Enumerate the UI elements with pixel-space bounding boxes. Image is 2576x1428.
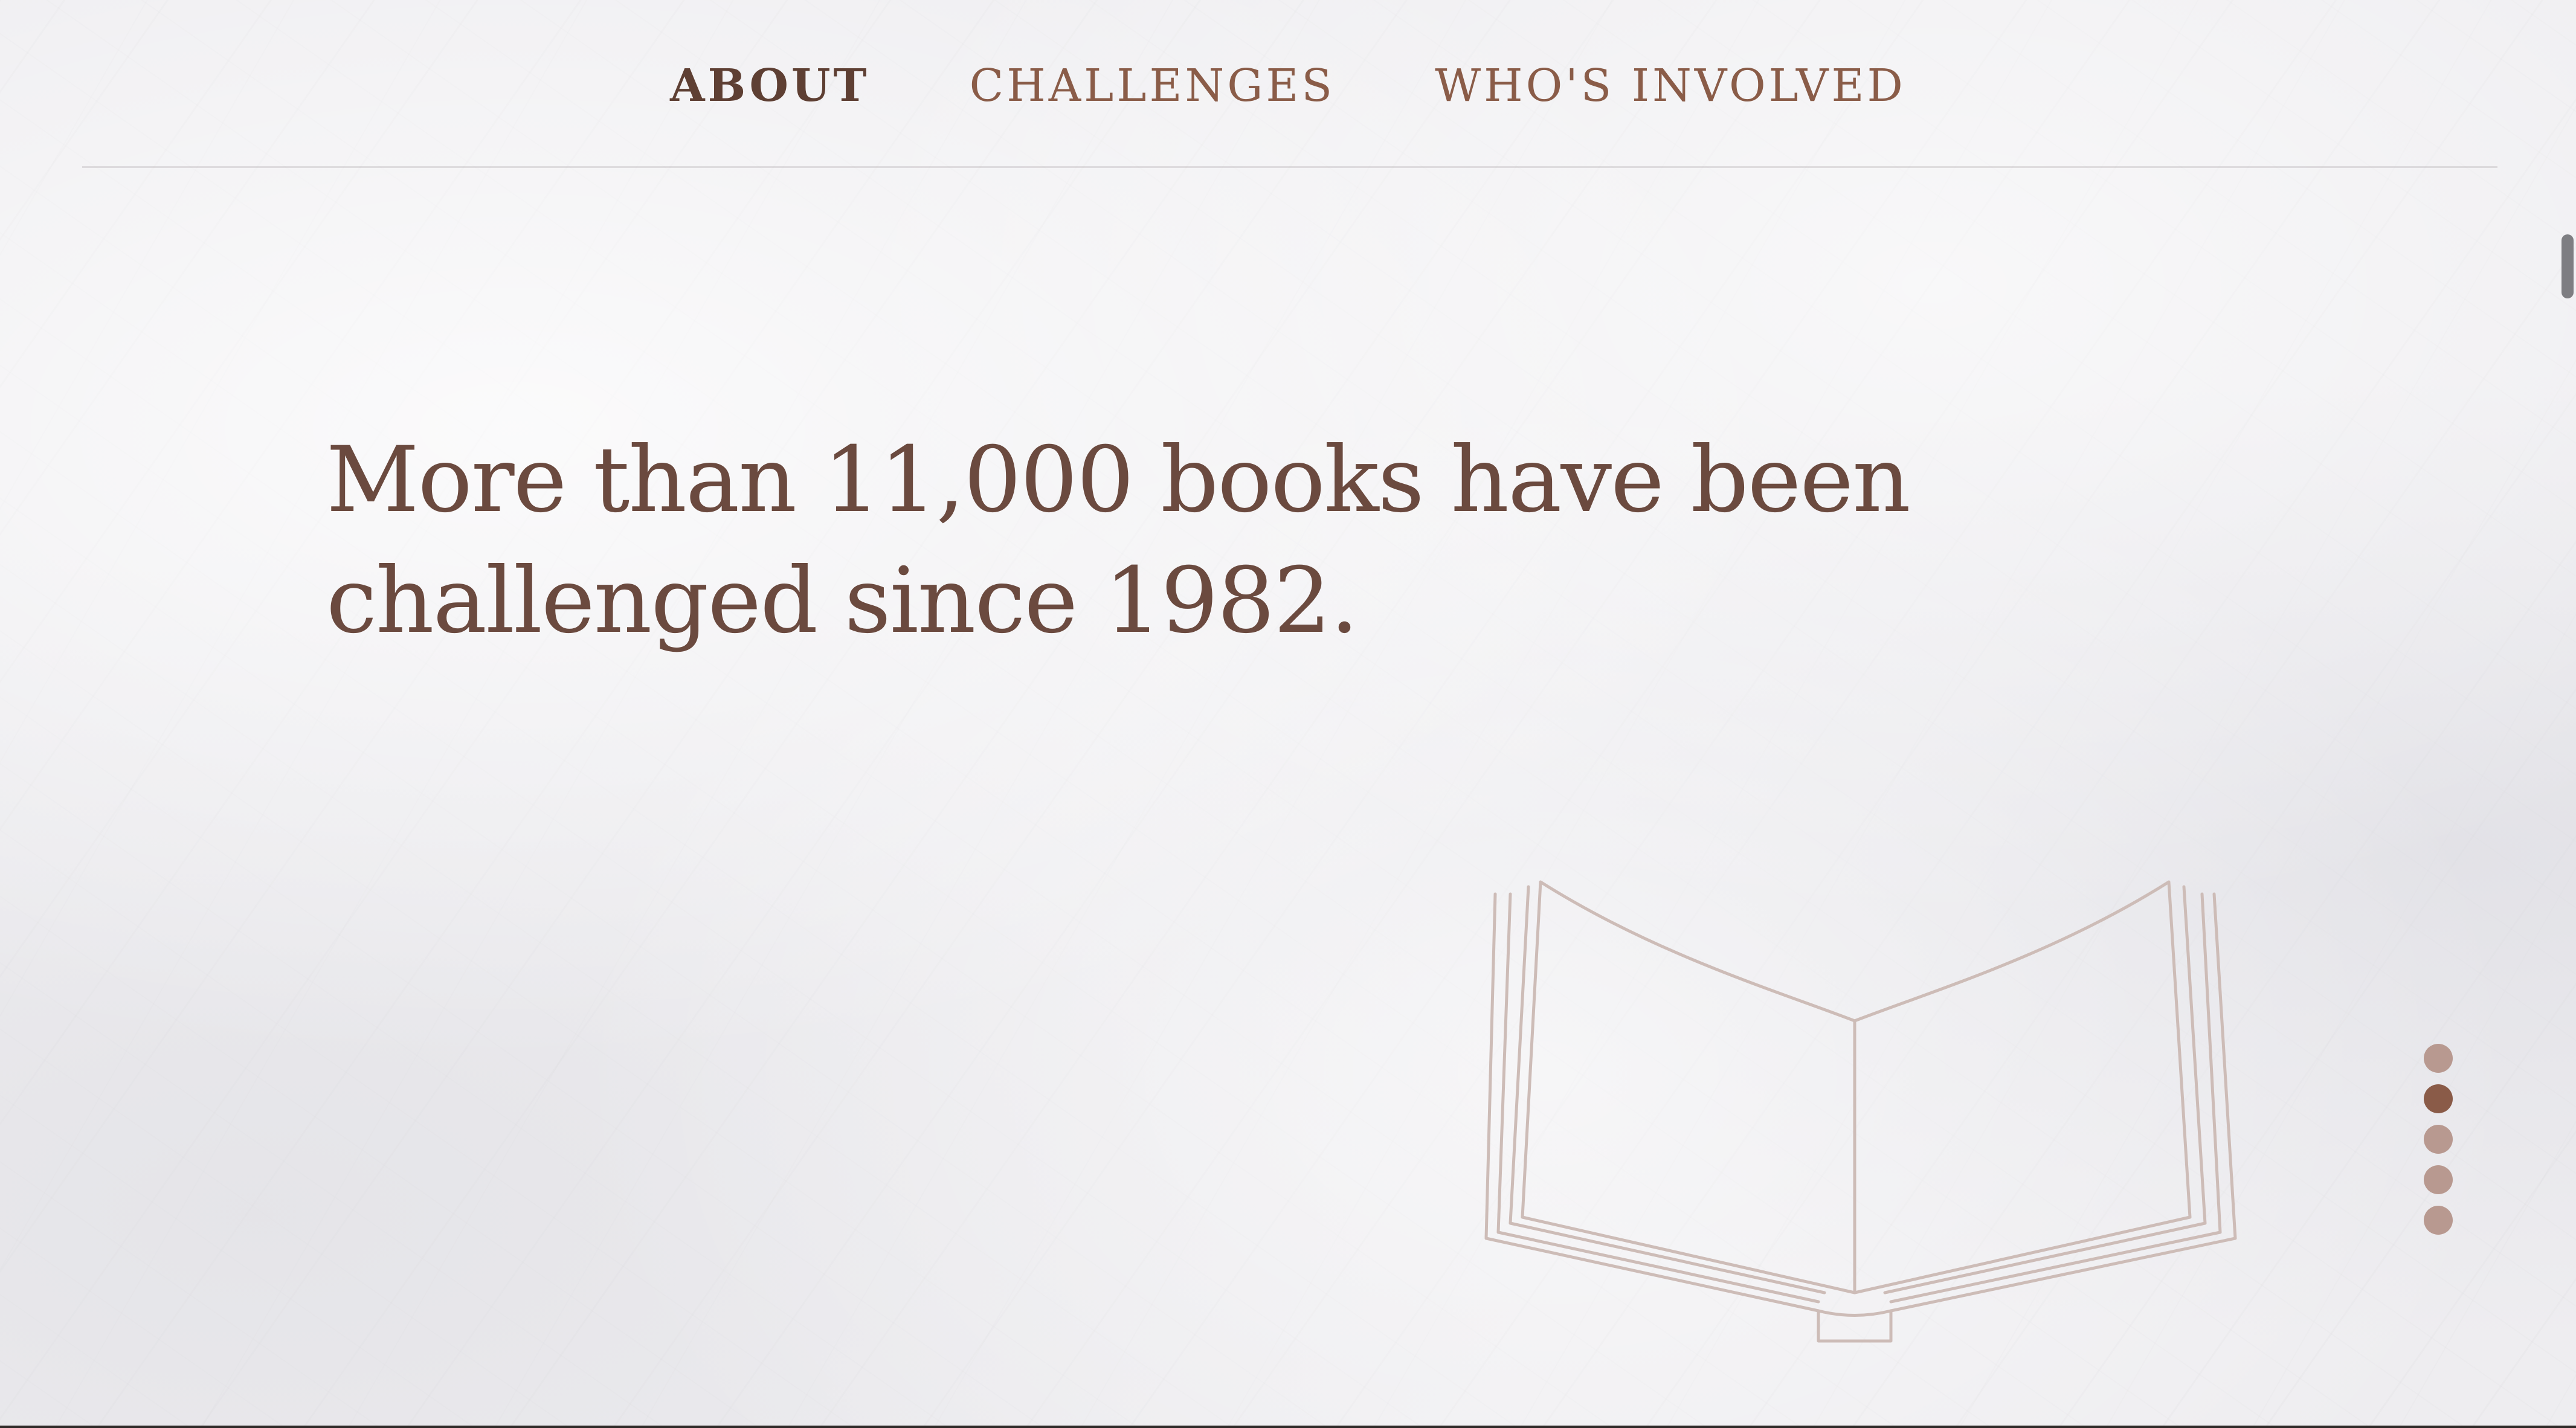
- nav-link-whos-involved[interactable]: WHO'S INVOLVED: [1435, 56, 1906, 112]
- top-navigation: ABOUT CHALLENGES WHO'S INVOLVED: [0, 0, 2576, 167]
- nav-link-about[interactable]: ABOUT: [670, 56, 869, 112]
- scrollbar-thumb[interactable]: [2562, 234, 2574, 298]
- pagination-dot-4[interactable]: [2424, 1165, 2453, 1194]
- nav-divider: [82, 166, 2497, 168]
- pagination-dot-3[interactable]: [2424, 1125, 2453, 1154]
- hero-headline: More than 11,000 books have been challen…: [326, 420, 1957, 661]
- nav-link-challenges[interactable]: CHALLENGES: [970, 56, 1335, 112]
- pagination-dot-2[interactable]: [2424, 1084, 2453, 1113]
- section-pagination: [2424, 1044, 2453, 1235]
- hero-headline-line-2: challenged since 1982.: [326, 548, 1359, 654]
- vertical-scrollbar[interactable]: [2559, 0, 2576, 1428]
- pagination-dot-1[interactable]: [2424, 1044, 2453, 1073]
- window-bottom-edge: [0, 1426, 2576, 1428]
- hero-headline-line-1: More than 11,000 books have been: [326, 428, 1911, 533]
- open-book-icon: [1484, 880, 2237, 1343]
- pagination-dot-5[interactable]: [2424, 1206, 2453, 1235]
